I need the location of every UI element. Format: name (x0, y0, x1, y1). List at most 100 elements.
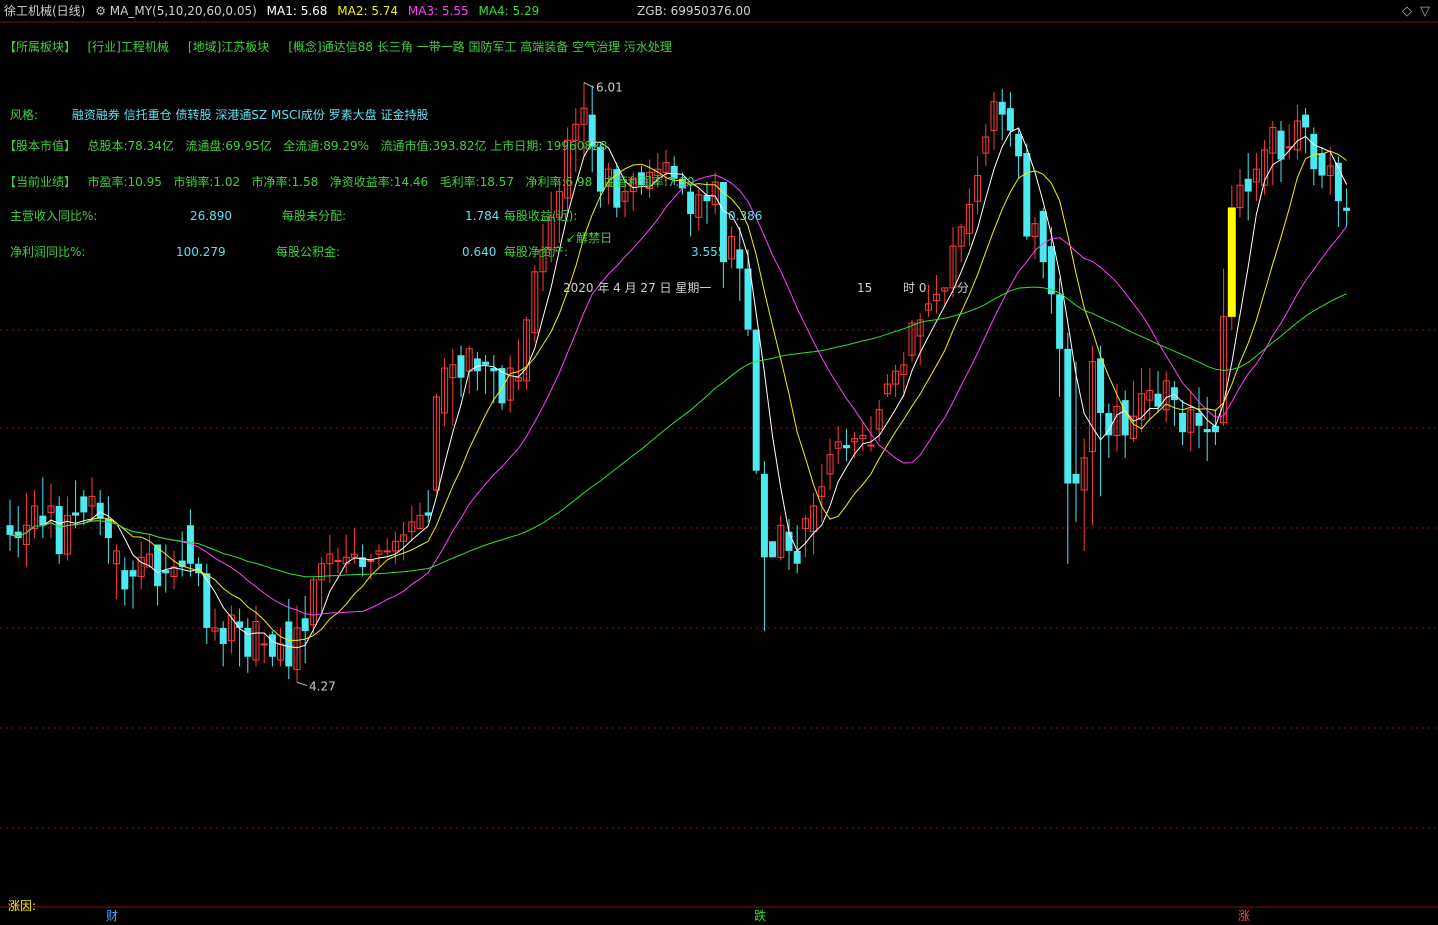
profit-yoy-label: 净利润同比%: (10, 245, 86, 259)
candle-body-down (842, 445, 850, 449)
candle-body-down (96, 502, 104, 519)
candle-body-down (72, 512, 80, 516)
candle-body-down (1277, 130, 1285, 160)
zgb-value: ZGB: 69950376.00 (637, 4, 751, 18)
candle-body-down (203, 573, 211, 628)
candle-body-down (1039, 210, 1047, 263)
signal-bar (1227, 207, 1236, 317)
ps: 市销率:1.02 (173, 175, 241, 189)
candle-body-down (1318, 153, 1326, 176)
candle-body-down (1302, 114, 1310, 128)
reason-label: 涨因: (8, 899, 37, 913)
style-label: 风格: (10, 108, 39, 122)
marker-rise[interactable]: 涨 (1238, 908, 1250, 924)
candle-body-down (121, 570, 129, 590)
indicator-name[interactable]: MA_MY(5,10,20,60,0.05) (110, 4, 257, 18)
unlock-label: 解禁日 (576, 231, 613, 245)
undistributed-label: 每股未分配: (282, 209, 347, 223)
candle-body-down (154, 544, 162, 587)
candle-body-down (1170, 387, 1178, 401)
candle-body-down (285, 621, 293, 667)
ma1-value: MA1: 5.68 (266, 4, 328, 18)
gross-margin: 毛利率:18.57 (439, 175, 515, 189)
candle-body-down (301, 618, 309, 632)
reserve-label: 每股公积金: (276, 245, 341, 259)
region: [地域]江苏板块 (187, 40, 270, 54)
low-pointer (296, 681, 308, 686)
eps-value: 0.386 (728, 209, 763, 223)
bps-value: 3.555 (691, 245, 726, 259)
ma2-value: MA2: 5.74 (337, 4, 399, 18)
candle-body-down (6, 525, 14, 535)
header-bar: 徐工机械(日线) ⚙ MA_MY(5,10,20,60,0.05) MA1: 5… (4, 2, 539, 20)
collapse-arrow-icon[interactable]: ▽ (1420, 4, 1430, 19)
candle-body-down (736, 249, 744, 269)
rev-yoy-label: 主营收入同比%: (10, 209, 98, 223)
ma4-line (9, 286, 1347, 578)
candle-body-down (1195, 412, 1203, 426)
candle-body-down (1006, 108, 1014, 131)
candle-body-down (1121, 400, 1129, 436)
candle-body-down (1047, 246, 1055, 295)
candle-body-down (219, 627, 227, 644)
ma3-value: MA3: 5.55 (407, 4, 469, 18)
unlock-date-label: ↙解禁日 (566, 231, 613, 245)
candle-body-down (687, 191, 695, 215)
candle-body-up (260, 643, 268, 646)
cap-label: 【股本市值】 (4, 139, 77, 153)
candle-body-down (744, 268, 752, 330)
minute-unit: 分 (957, 281, 970, 295)
candle-body-down (457, 355, 465, 378)
candle-body-down (1203, 429, 1211, 433)
full-float: 全流通:89.29% (283, 139, 369, 153)
candle-body-down (1105, 412, 1113, 436)
candle-body-down (80, 496, 88, 513)
style-tags: 融资融券 信托重仓 债转股 深港通SZ MSCI成份 罗素大盘 证金持股 (71, 108, 429, 122)
settings-gear-icon[interactable]: ⚙ (95, 4, 106, 18)
candle-body-down (482, 361, 490, 365)
sector-label: 【所属板块】 (4, 40, 77, 54)
candle-body-down (1015, 133, 1023, 157)
candle-body-up (367, 560, 375, 563)
perf-row: 【当前业绩】 市盈率:10.95 市销率:1.02 市净率:1.58 净资收益率… (4, 174, 694, 190)
datetime: 2020 年 4 月 27 日 星期一 (563, 281, 712, 295)
candle-body-down (1064, 348, 1072, 484)
candle-body-down (1072, 473, 1080, 484)
candle-body-down (1179, 412, 1187, 433)
low-price-label: 4.27 (309, 679, 336, 693)
marker-finance[interactable]: 财 (106, 908, 118, 924)
candle-body-down (1056, 294, 1064, 349)
concept: [概念]通达信88 长三角 一带一路 国防军工 高端装备 空气治理 污水处理 (288, 40, 672, 54)
candle-body-down (129, 570, 137, 577)
candle-body-up (867, 444, 875, 447)
roe: 净资收益率:14.46 (329, 175, 429, 189)
bps-label: 每股净资产: (504, 245, 569, 259)
candle-body-down (55, 505, 63, 555)
float-shares: 流通盘:69.95亿 (185, 139, 272, 153)
high-pointer (583, 82, 595, 88)
eps-label: 每股收益(近): (504, 209, 578, 223)
high-price-label: 6.01 (596, 81, 623, 95)
style-row: 风格: 融资融券 信托重仓 债转股 深港通SZ MSCI成份 罗素大盘 证金持股 (10, 107, 429, 123)
main-margin: 主营利润率:7.30 (603, 175, 695, 189)
float-cap: 流通市值:393.82亿 上市日期: 19960828 (380, 139, 608, 153)
stock-title[interactable]: 徐工机械(日线) (4, 4, 85, 18)
profit-yoy-value: 100.279 (176, 245, 226, 259)
candle-body-down (1310, 133, 1318, 170)
pb: 市净率:1.58 (251, 175, 319, 189)
perf-label: 【当前业绩】 (4, 175, 77, 189)
undistributed-value: 1.784 (465, 209, 500, 223)
candle-body-up (334, 560, 342, 563)
candle-body-down (473, 358, 481, 372)
expand-diamond-icon[interactable]: ◇ (1402, 4, 1412, 19)
candle-body-down (424, 512, 432, 516)
ma2-line (9, 150, 1347, 641)
candle-body-down (1023, 153, 1031, 237)
candle-body-down (998, 101, 1006, 115)
ma4-value: MA4: 5.29 (478, 4, 540, 18)
candle-body-down (1244, 178, 1252, 192)
candle-body-down (752, 329, 760, 471)
marker-fall[interactable]: 跌 (754, 908, 766, 924)
hour-value: 15 (857, 281, 873, 295)
ma3-line (9, 174, 1348, 616)
